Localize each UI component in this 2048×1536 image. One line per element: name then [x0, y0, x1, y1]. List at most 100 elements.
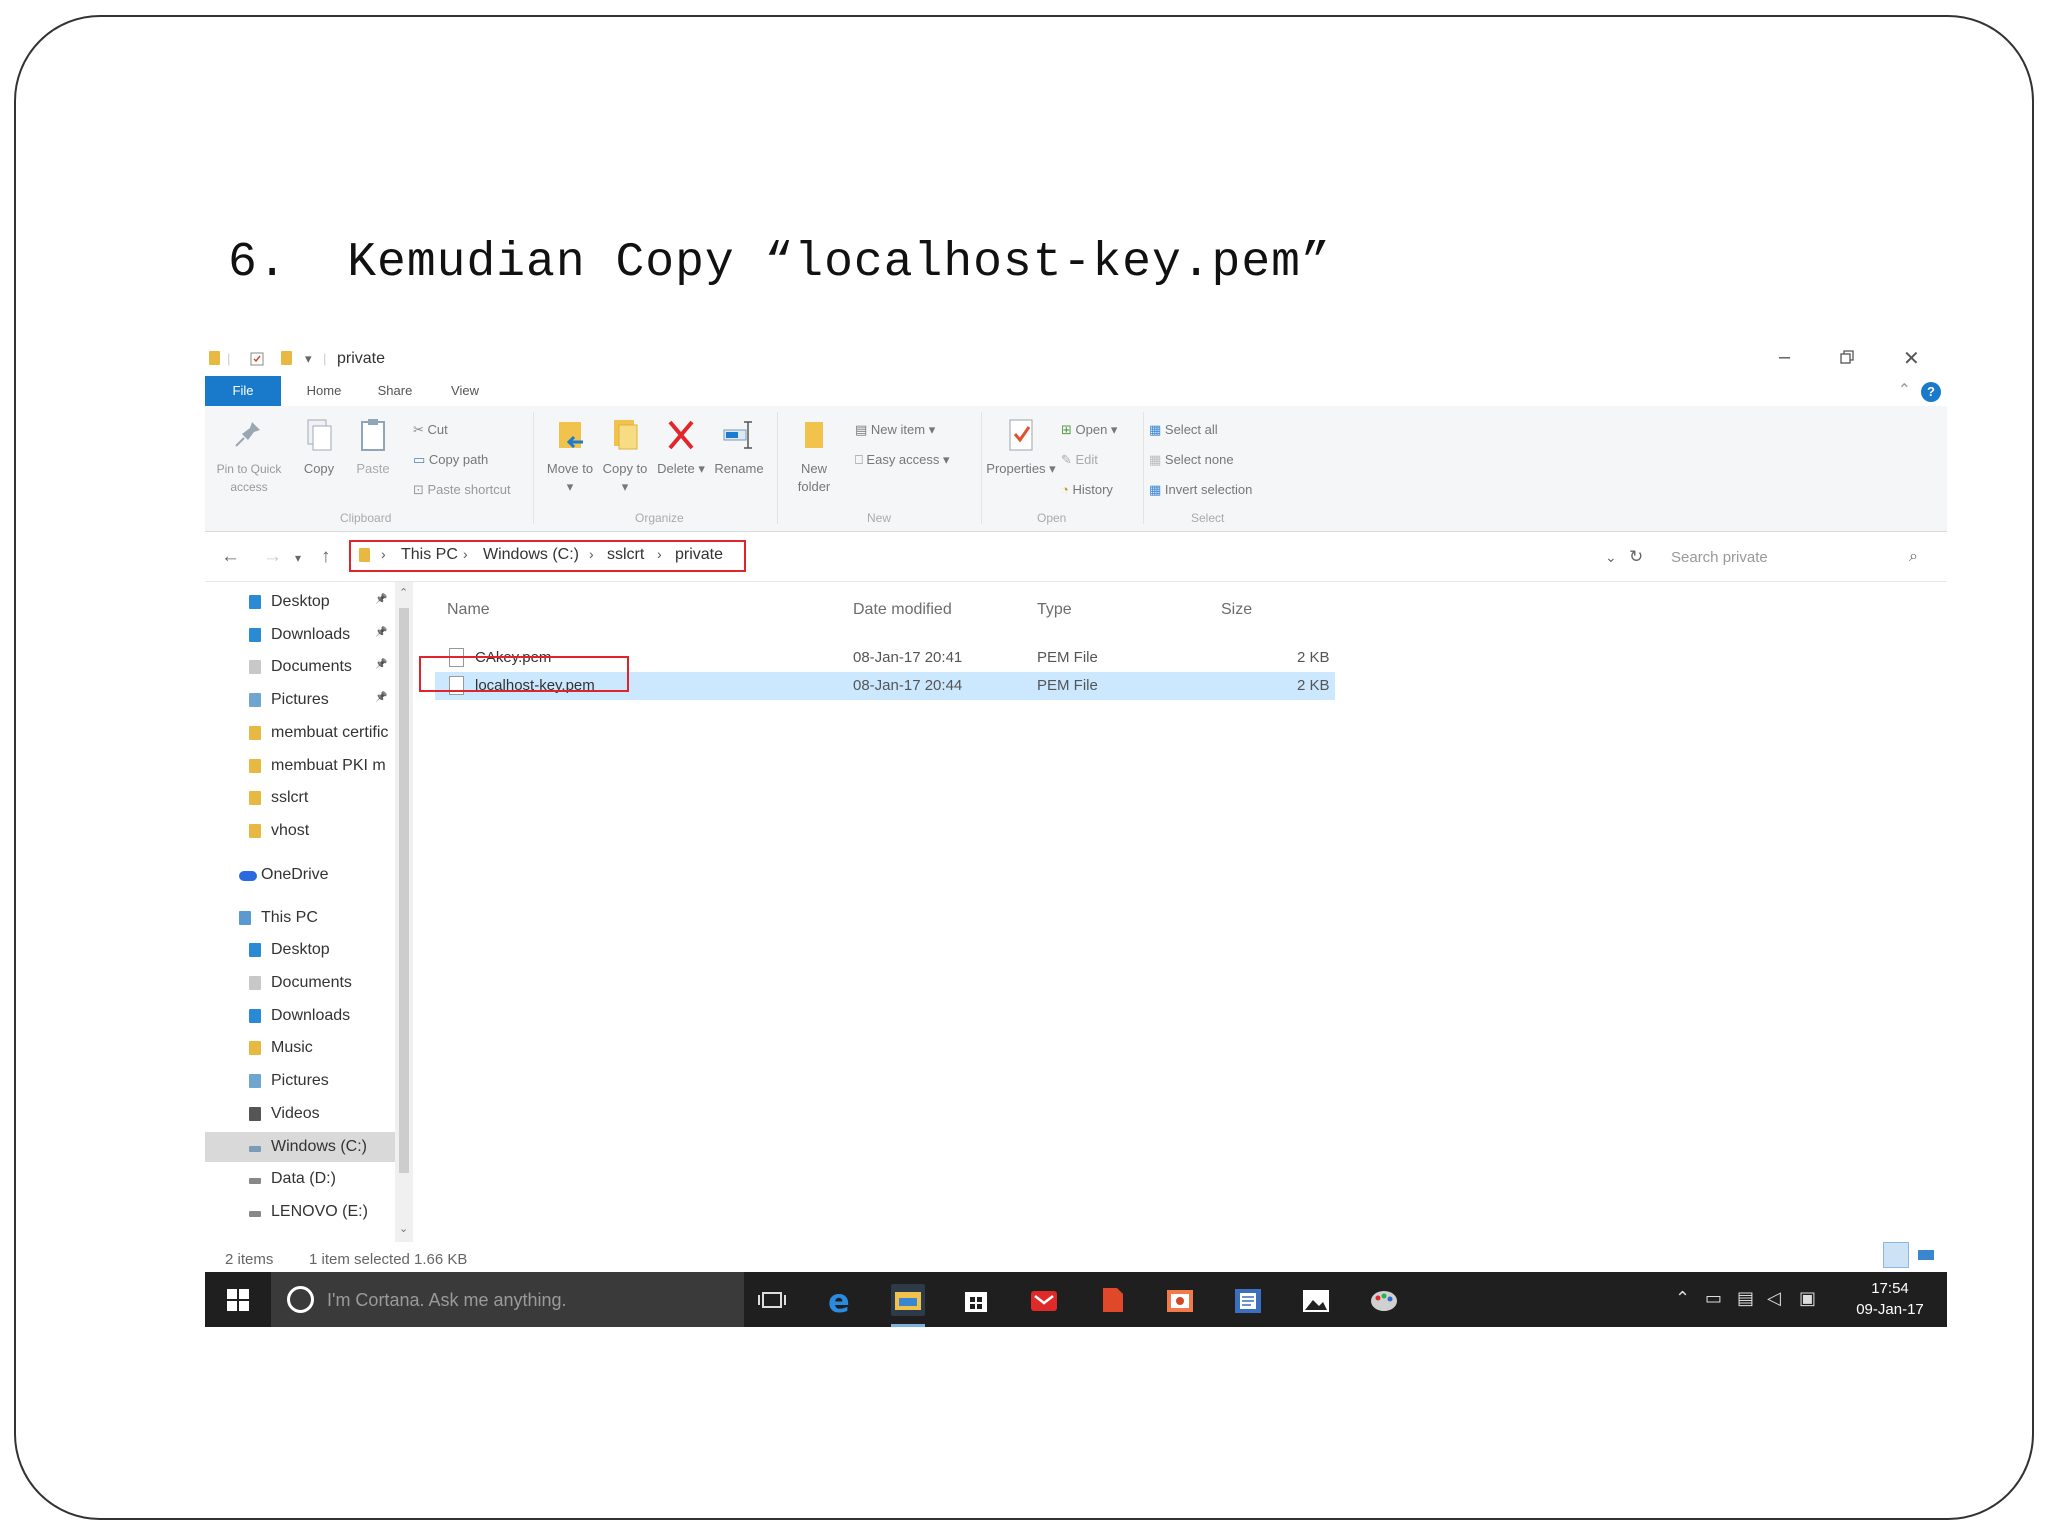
copy-to-button[interactable]: Copy to ▾ — [601, 416, 649, 496]
nav-item-label: Windows (C:) — [271, 1137, 368, 1155]
file-type: PEM File — [1037, 649, 1098, 666]
nav-item[interactable]: vhost — [205, 816, 395, 846]
scroll-up-icon[interactable]: ⌃ — [399, 586, 408, 599]
nav-item[interactable]: OneDrive — [205, 860, 395, 890]
nav-item[interactable]: This PC — [205, 903, 395, 933]
show-hidden-icons[interactable]: ⌃ — [1675, 1288, 1690, 1309]
status-bar: 2 items 1 item selected 1.66 KB — [205, 1242, 1947, 1272]
forward-icon[interactable]: → — [263, 546, 282, 568]
tab-share[interactable]: Share — [361, 376, 429, 406]
clock-time: 17:54 — [1871, 1280, 1909, 1297]
customize-quick-access-icon[interactable]: ▾ — [305, 351, 312, 367]
invert-selection-button[interactable]: ▦ Invert selection — [1149, 482, 1252, 498]
nav-item[interactable]: Pictures 📌 — [205, 685, 395, 715]
pin-quick-access-button[interactable]: Pin to Quick access — [209, 416, 289, 496]
edge-browser-icon[interactable]: e — [823, 1282, 857, 1320]
nav-item[interactable]: Pictures — [205, 1066, 395, 1096]
search-placeholder: Search private — [1671, 549, 1768, 566]
store-icon[interactable] — [959, 1284, 993, 1316]
copy-button[interactable]: Copy — [295, 416, 343, 478]
select-all-button[interactable]: ▦ Select all — [1149, 422, 1218, 438]
nav-item[interactable]: membuat PKI m — [205, 751, 395, 781]
mail-icon[interactable] — [1027, 1284, 1061, 1316]
large-icons-view-icon[interactable] — [1913, 1242, 1939, 1268]
edit-button[interactable]: ✎ Edit — [1061, 452, 1098, 468]
word-icon[interactable] — [1231, 1284, 1265, 1316]
notifications-icon[interactable]: ▣ — [1799, 1288, 1816, 1309]
properties-quick-icon[interactable] — [249, 351, 265, 370]
nav-item[interactable]: Data (D:) — [205, 1164, 395, 1194]
scroll-down-icon[interactable]: ⌄ — [399, 1222, 408, 1235]
breadcrumb-this-pc[interactable]: This PC — [401, 546, 458, 564]
active-app-indicator — [891, 1324, 925, 1327]
tab-file[interactable]: File — [205, 376, 281, 406]
address-dropdown-icon[interactable]: ⌄ — [1605, 549, 1617, 566]
breadcrumb-windows-c[interactable]: Windows (C:) — [483, 546, 579, 564]
windows-start-icon[interactable] — [227, 1289, 249, 1311]
rename-button[interactable]: Rename — [711, 416, 767, 478]
nav-item[interactable]: Desktop 📌 — [205, 587, 395, 617]
nav-item[interactable]: Music — [205, 1033, 395, 1063]
open-button[interactable]: ⊞ Open ▾ — [1061, 422, 1117, 438]
nav-item-label: This PC — [261, 908, 318, 926]
select-none-button[interactable]: ▦ Select none — [1149, 452, 1234, 468]
column-type[interactable]: Type — [1037, 601, 1072, 619]
breadcrumb-sslcrt[interactable]: sslcrt — [607, 546, 644, 564]
nav-scrollbar[interactable]: ⌃ ⌄ — [395, 582, 413, 1242]
breadcrumb-private[interactable]: private — [675, 546, 723, 564]
cortana-search[interactable]: I'm Cortana. Ask me anything. — [271, 1272, 744, 1327]
network-icon[interactable]: ▤ — [1737, 1288, 1754, 1309]
history-button[interactable]: ◔ History — [1061, 482, 1113, 498]
close-icon[interactable]: ✕ — [1903, 346, 1920, 371]
refresh-icon[interactable]: ↻ — [1629, 547, 1643, 567]
column-date-modified[interactable]: Date modified — [853, 601, 952, 619]
task-view-icon[interactable] — [755, 1284, 789, 1316]
nav-item[interactable]: sslcrt — [205, 783, 395, 813]
nav-item[interactable]: Downloads — [205, 1001, 395, 1031]
nav-item[interactable]: Documents 📌 — [205, 652, 395, 682]
battery-icon[interactable]: ▭ — [1705, 1288, 1722, 1309]
new-folder-button[interactable]: New folder — [789, 416, 839, 496]
new-item-button[interactable]: ▤ New item ▾ — [855, 422, 935, 438]
search-icon[interactable]: ⌕ — [1909, 548, 1918, 566]
volume-icon[interactable]: ◁ — [1767, 1288, 1781, 1309]
tab-home[interactable]: Home — [289, 376, 359, 406]
restore-icon[interactable] — [1839, 348, 1855, 371]
column-size[interactable]: Size — [1221, 601, 1252, 619]
nav-item-label: LENOVO (E:) — [271, 1202, 368, 1220]
nav-item[interactable]: Videos — [205, 1099, 395, 1129]
taskbar-clock[interactable]: 17:54 09-Jan-17 — [1851, 1278, 1929, 1320]
back-icon[interactable]: ← — [221, 546, 240, 568]
minimize-icon[interactable]: – — [1779, 346, 1790, 369]
drive-icon — [249, 1145, 261, 1152]
collapse-ribbon-icon[interactable]: ⌃ — [1898, 380, 1911, 400]
nav-scroll-thumb[interactable] — [399, 608, 409, 1173]
easy-access-button[interactable]: ⎕ Easy access ▾ — [855, 452, 950, 468]
nav-item[interactable]: Downloads 📌 — [205, 620, 395, 650]
tab-view[interactable]: View — [433, 376, 497, 406]
nav-item[interactable]: Desktop — [205, 935, 395, 965]
nav-item[interactable]: membuat certific — [205, 718, 395, 748]
file-explorer-icon[interactable] — [891, 1284, 925, 1316]
paint-icon[interactable] — [1367, 1284, 1401, 1316]
delete-button[interactable]: Delete ▾ — [657, 416, 705, 478]
recent-locations-icon[interactable]: ▾ — [295, 551, 301, 565]
photos-icon[interactable] — [1299, 1284, 1333, 1316]
help-icon[interactable]: ? — [1921, 382, 1941, 402]
nav-item[interactable]: Documents — [205, 968, 395, 998]
nav-item[interactable]: LENOVO (E:) — [205, 1197, 395, 1227]
paste-button[interactable]: Paste — [349, 416, 397, 478]
column-name[interactable]: Name — [447, 601, 490, 619]
office-app-icon[interactable] — [1095, 1284, 1129, 1316]
cut-button[interactable]: ✂ Cut — [413, 422, 448, 438]
paste-shortcut-button[interactable]: ⊡ Paste shortcut — [413, 482, 511, 498]
select-none-icon: ▦ — [1149, 452, 1165, 467]
properties-button[interactable]: Properties ▾ — [983, 416, 1059, 478]
nav-item[interactable]: Windows (C:) — [205, 1131, 395, 1162]
up-icon[interactable]: ↑ — [321, 546, 331, 568]
new-folder-quick-icon[interactable] — [281, 351, 292, 365]
details-view-icon[interactable] — [1883, 1242, 1909, 1268]
powerpoint-icon[interactable] — [1163, 1284, 1197, 1316]
move-to-button[interactable]: Move to ▾ — [545, 416, 595, 496]
copy-path-button[interactable]: ▭ Copy path — [413, 452, 488, 468]
